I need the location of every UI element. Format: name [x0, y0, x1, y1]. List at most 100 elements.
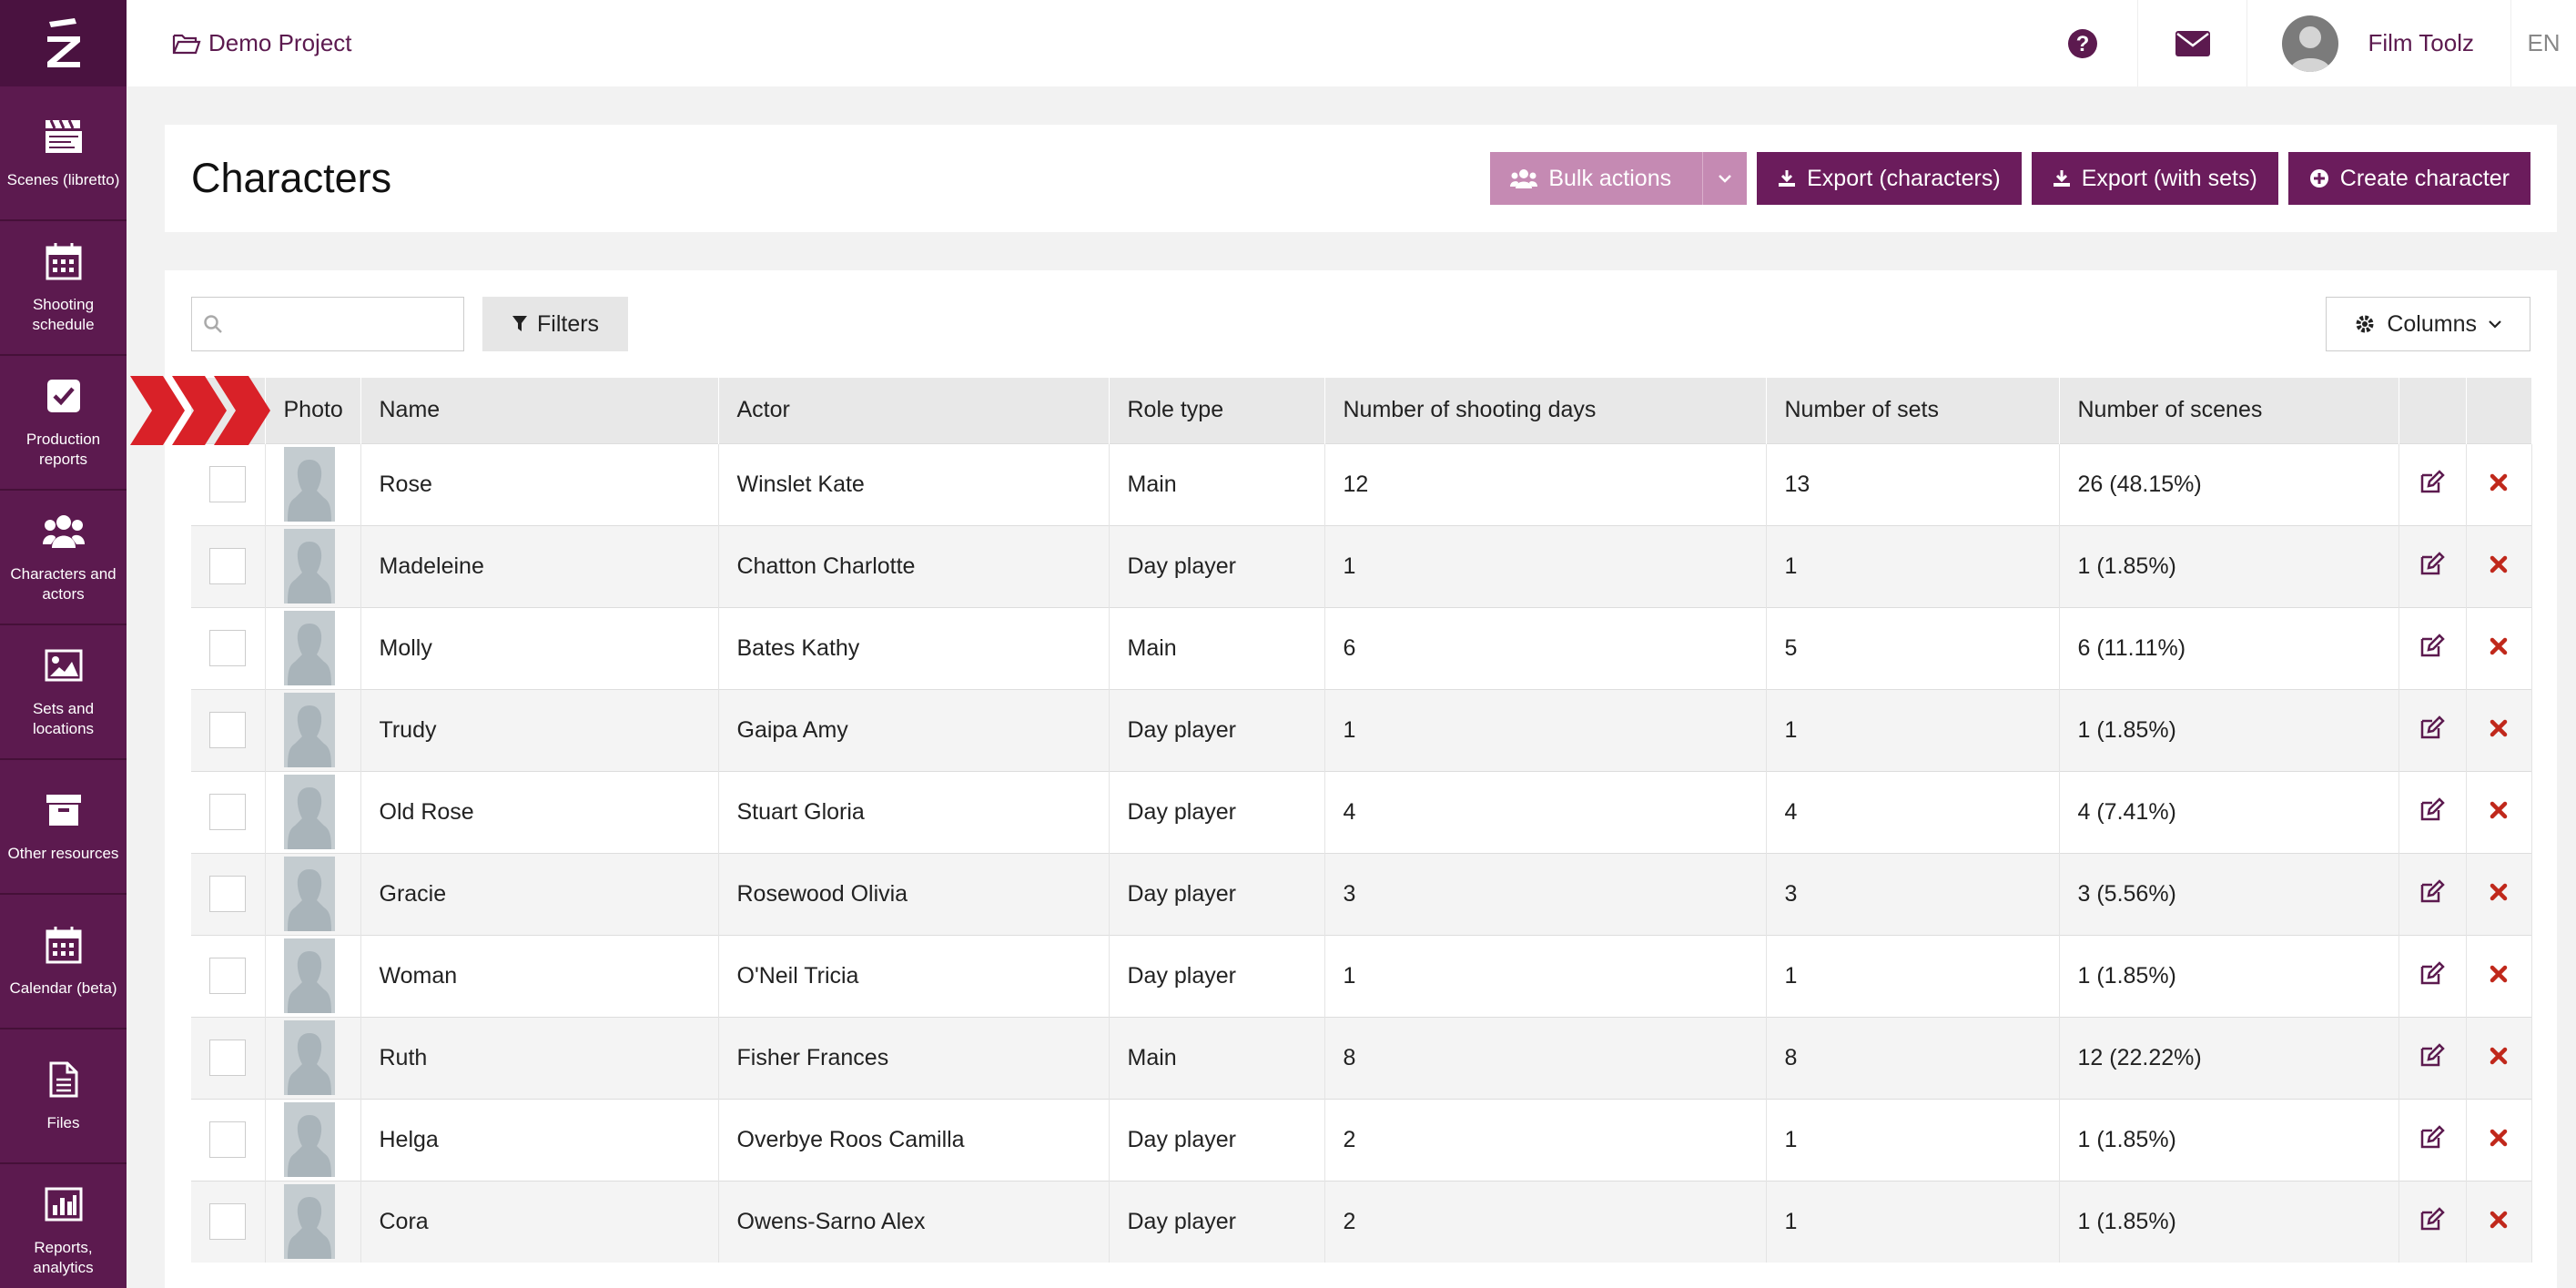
actor-name: Stuart Gloria: [718, 770, 1110, 853]
table-row[interactable]: Ruth Fisher Frances Main 8 8 12 (22.22%): [191, 1016, 2532, 1099]
row-checkbox[interactable]: [209, 548, 246, 584]
row-checkbox[interactable]: [209, 1040, 246, 1076]
sidebar-item-files[interactable]: Files: [0, 1029, 127, 1164]
scenes-count: 1 (1.85%): [2059, 524, 2399, 607]
plus-circle-icon: [2309, 169, 2328, 188]
character-name: Cora: [360, 1180, 719, 1263]
edit-cell: [2399, 688, 2467, 771]
edit-icon[interactable]: [2419, 960, 2445, 990]
header-name[interactable]: Name: [360, 378, 719, 443]
header-delete: [2466, 378, 2532, 443]
delete-icon[interactable]: [2490, 717, 2508, 743]
delete-icon[interactable]: [2490, 799, 2508, 825]
table-row[interactable]: Madeleine Chatton Charlotte Day player 1 1 1 …: [191, 524, 2532, 607]
edit-icon[interactable]: [2419, 469, 2445, 499]
delete-cell: [2466, 524, 2532, 607]
search-box[interactable]: [191, 297, 464, 351]
shooting-days: 2: [1324, 1180, 1767, 1263]
table-row[interactable]: Gracie Rosewood Olivia Day player 3 3 3 (5.56…: [191, 852, 2532, 935]
edit-icon[interactable]: [2419, 1124, 2445, 1154]
edit-icon[interactable]: [2419, 1042, 2445, 1072]
sidebar-item-shooting-schedule[interactable]: Shooting schedule: [0, 221, 127, 356]
row-checkbox[interactable]: [209, 712, 246, 748]
edit-cell: [2399, 1180, 2467, 1263]
table-row[interactable]: Old Rose Stuart Gloria Day player 4 4 4 (7.41…: [191, 770, 2532, 853]
help-button[interactable]: ?: [2028, 0, 2137, 86]
delete-icon[interactable]: [2490, 472, 2508, 497]
sidebar-item-scenes-libretto[interactable]: Scenes (libretto): [0, 86, 127, 221]
scenes-count: 1 (1.85%): [2059, 1180, 2399, 1263]
photo-cell: [265, 1098, 361, 1181]
characters-panel: Filters Columns Photo Name Actor Role ty…: [165, 270, 2557, 1288]
delete-icon[interactable]: [2490, 553, 2508, 579]
row-checkbox[interactable]: [209, 630, 246, 666]
messages-button[interactable]: [2137, 0, 2246, 86]
person-silhouette-icon: [283, 693, 335, 767]
header-sets[interactable]: Number of sets: [1766, 378, 2060, 443]
project-link[interactable]: Demo Project: [172, 29, 352, 57]
header-actor[interactable]: Actor: [718, 378, 1110, 443]
edit-icon[interactable]: [2419, 551, 2445, 581]
table-row[interactable]: Rose Winslet Kate Main 12 13 26 (48.15%): [191, 442, 2532, 525]
table-row[interactable]: Woman O'Neil Tricia Day player 1 1 1 (1.85%): [191, 934, 2532, 1017]
sidebar-item-other-resources[interactable]: Other resources: [0, 760, 127, 895]
project-name: Demo Project: [208, 29, 352, 56]
columns-button[interactable]: Columns: [2326, 297, 2530, 351]
header-scenes[interactable]: Number of scenes: [2059, 378, 2399, 443]
delete-icon[interactable]: [2490, 881, 2508, 907]
export-with-sets-button[interactable]: Export (with sets): [2031, 152, 2278, 205]
language-switch[interactable]: EN: [2510, 0, 2576, 86]
delete-cell: [2466, 606, 2532, 689]
role-type: Day player: [1109, 1098, 1325, 1181]
row-checkbox[interactable]: [209, 1121, 246, 1158]
edit-icon[interactable]: [2419, 633, 2445, 663]
row-checkbox[interactable]: [209, 466, 246, 502]
delete-icon[interactable]: [2490, 635, 2508, 661]
scenes-count: 12 (22.22%): [2059, 1016, 2399, 1099]
edit-icon[interactable]: [2419, 796, 2445, 827]
header-edit: [2399, 378, 2467, 443]
question-circle-icon: ?: [2068, 28, 2098, 58]
app-logo[interactable]: [0, 0, 127, 86]
sidebar-item-production-reports[interactable]: Production reports: [0, 356, 127, 491]
edit-icon[interactable]: [2419, 715, 2445, 745]
person-silhouette-icon: [283, 447, 335, 522]
table-row[interactable]: Molly Bates Kathy Main 6 5 6 (11.11%): [191, 606, 2532, 689]
row-checkbox[interactable]: [209, 876, 246, 912]
sidebar-item-sets-and-locations[interactable]: Sets and locations: [0, 625, 127, 760]
calendar-icon: [43, 924, 85, 966]
sidebar-item-calendar-beta[interactable]: Calendar (beta): [0, 895, 127, 1029]
row-checkbox[interactable]: [209, 1203, 246, 1241]
table-row[interactable]: Helga Overbye Roos Camilla Day player 2 1 1 (…: [191, 1098, 2532, 1181]
sidebar-item-characters-and-actors[interactable]: Characters and actors: [0, 491, 127, 625]
photo-cell: [265, 934, 361, 1017]
filters-button[interactable]: Filters: [482, 297, 629, 351]
shooting-days: 1: [1324, 688, 1767, 771]
search-input[interactable]: [230, 311, 449, 337]
delete-icon[interactable]: [2490, 963, 2508, 989]
table-row[interactable]: Trudy Gaipa Amy Day player 1 1 1 (1.85%): [191, 688, 2532, 771]
sidebar-item-label: Other resources: [7, 845, 119, 862]
table-row[interactable]: Cora Owens-Sarno Alex Day player 2 1 1 (1.85%…: [191, 1180, 2532, 1263]
edit-icon[interactable]: [2419, 878, 2445, 908]
delete-icon[interactable]: [2490, 1209, 2508, 1234]
actor-name: Overbye Roos Camilla: [718, 1098, 1110, 1181]
folder-open-icon: [172, 34, 201, 54]
bulk-actions-dropdown[interactable]: [1702, 152, 1747, 205]
delete-icon[interactable]: [2490, 1045, 2508, 1070]
delete-icon[interactable]: [2490, 1127, 2508, 1152]
row-checkbox[interactable]: [209, 958, 246, 994]
user-menu[interactable]: Film Toolz: [2246, 0, 2510, 86]
character-name: Madeleine: [360, 524, 719, 607]
header-shooting-days[interactable]: Number of shooting days: [1324, 378, 1767, 443]
row-checkbox[interactable]: [209, 794, 246, 830]
bulk-actions-button[interactable]: Bulk actions: [1490, 152, 1748, 205]
sidebar-item-label: Shooting schedule: [32, 296, 95, 333]
sidebar-item-reports-analytics[interactable]: Reports, analytics: [0, 1164, 127, 1288]
export-characters-button[interactable]: Export (characters): [1757, 152, 2022, 205]
header-photo[interactable]: Photo: [265, 378, 361, 443]
create-character-button[interactable]: Create character: [2287, 152, 2530, 205]
header-role-type[interactable]: Role type: [1109, 378, 1325, 443]
edit-icon[interactable]: [2419, 1206, 2445, 1236]
character-name: Helga: [360, 1098, 719, 1181]
